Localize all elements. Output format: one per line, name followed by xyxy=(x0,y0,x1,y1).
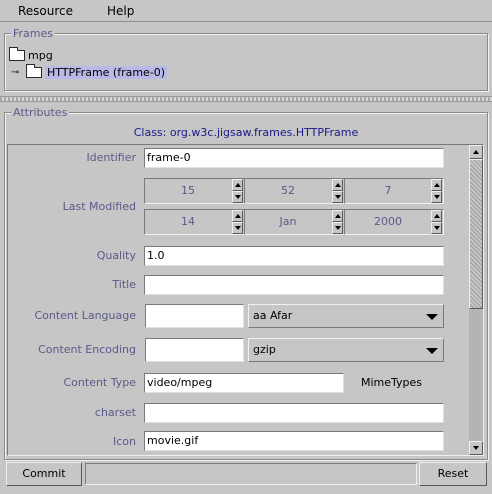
spinner-down-icon[interactable] xyxy=(431,222,442,234)
tree-item-label: mpg xyxy=(28,49,53,62)
select-value: aa Afar xyxy=(253,309,293,322)
menu-help[interactable]: Help xyxy=(107,4,134,18)
select-value: gzip xyxy=(253,343,276,356)
class-label: Class: org.w3c.jigsaw.frames.HTTPFrame xyxy=(133,126,359,139)
spinner-value: 15 xyxy=(181,184,195,197)
spinner-value: 2000 xyxy=(374,215,402,228)
title-label: Title xyxy=(112,278,136,291)
spinner-value: 7 xyxy=(384,184,392,197)
icon-label: Icon xyxy=(113,435,136,448)
frames-group-title: Frames xyxy=(11,27,56,40)
quality-label: Quality xyxy=(96,249,136,262)
title-field[interactable] xyxy=(144,275,444,295)
lm-month-spinner[interactable]: Jan xyxy=(244,209,345,235)
menu-resource[interactable]: Resource xyxy=(18,4,73,18)
button-bar: Commit Reset xyxy=(5,462,487,486)
spinner-down-icon[interactable] xyxy=(332,191,343,203)
charset-field[interactable] xyxy=(144,403,444,423)
content-language-select[interactable]: aa Afar xyxy=(248,304,444,328)
spinner-down-icon[interactable] xyxy=(232,191,243,203)
scroll-thumb[interactable] xyxy=(469,159,483,309)
tree-item-label: HTTPFrame (frame-0) xyxy=(45,66,168,79)
spinner-up-icon[interactable] xyxy=(431,210,442,222)
lm-hour-spinner[interactable]: 15 xyxy=(144,178,245,204)
content-encoding-select[interactable]: gzip xyxy=(248,338,444,362)
frames-group: Frames mpg ⊸ HTTPFrame (frame-0) xyxy=(4,27,488,91)
spinner-down-icon[interactable] xyxy=(232,222,243,234)
spinner-down-icon[interactable] xyxy=(332,222,343,234)
content-type-field[interactable]: video/mpeg xyxy=(144,373,344,393)
content-encoding-field[interactable] xyxy=(145,338,244,362)
menubar: Resource Help xyxy=(0,0,492,22)
spinner-up-icon[interactable] xyxy=(232,210,243,222)
reset-button[interactable]: Reset xyxy=(419,462,487,486)
content-language-field[interactable] xyxy=(145,304,244,328)
spinner-up-icon[interactable] xyxy=(431,179,442,191)
mimetypes-label: MimeTypes xyxy=(361,376,423,389)
spinner-value: 52 xyxy=(281,184,295,197)
spinner-value: Jan xyxy=(279,215,297,228)
folder-icon xyxy=(9,47,25,61)
folder-icon xyxy=(26,64,42,78)
spinner-up-icon[interactable] xyxy=(332,179,343,191)
splitter-handle[interactable] xyxy=(0,96,492,102)
spinner-value: 14 xyxy=(181,215,195,228)
charset-label: charset xyxy=(94,406,136,419)
spinner-down-icon[interactable] xyxy=(431,191,442,203)
lm-second-spinner[interactable]: 7 xyxy=(344,178,444,204)
commit-button[interactable]: Commit xyxy=(6,462,82,486)
identifier-label: Identifier xyxy=(86,151,136,164)
tree-item-httpframe[interactable]: ⊸ HTTPFrame (frame-0) xyxy=(11,64,168,79)
vertical-scrollbar[interactable] xyxy=(469,145,483,455)
chevron-down-icon xyxy=(426,314,438,320)
content-language-label: Content Language xyxy=(34,309,136,322)
lm-minute-spinner[interactable]: 52 xyxy=(244,178,345,204)
chevron-down-icon xyxy=(426,348,438,354)
last-modified-label: Last Modified xyxy=(62,200,136,213)
tree-item-mpg[interactable]: mpg xyxy=(9,47,53,62)
lm-year-spinner[interactable]: 2000 xyxy=(344,209,444,235)
content-encoding-label: Content Encoding xyxy=(38,343,136,356)
tree-expander-icon[interactable]: ⊸ xyxy=(11,67,23,78)
status-box xyxy=(85,463,417,485)
icon-field[interactable]: movie.gif xyxy=(144,431,444,451)
content-type-label: Content Type xyxy=(63,376,136,389)
lm-day-spinner[interactable]: 14 xyxy=(144,209,245,235)
attributes-group-title: Attributes xyxy=(11,106,70,119)
identifier-field[interactable]: frame-0 xyxy=(144,148,444,168)
scroll-down-icon[interactable] xyxy=(469,441,483,455)
spinner-up-icon[interactable] xyxy=(332,210,343,222)
spinner-up-icon[interactable] xyxy=(232,179,243,191)
quality-field[interactable]: 1.0 xyxy=(144,246,444,266)
scroll-up-icon[interactable] xyxy=(469,145,483,159)
